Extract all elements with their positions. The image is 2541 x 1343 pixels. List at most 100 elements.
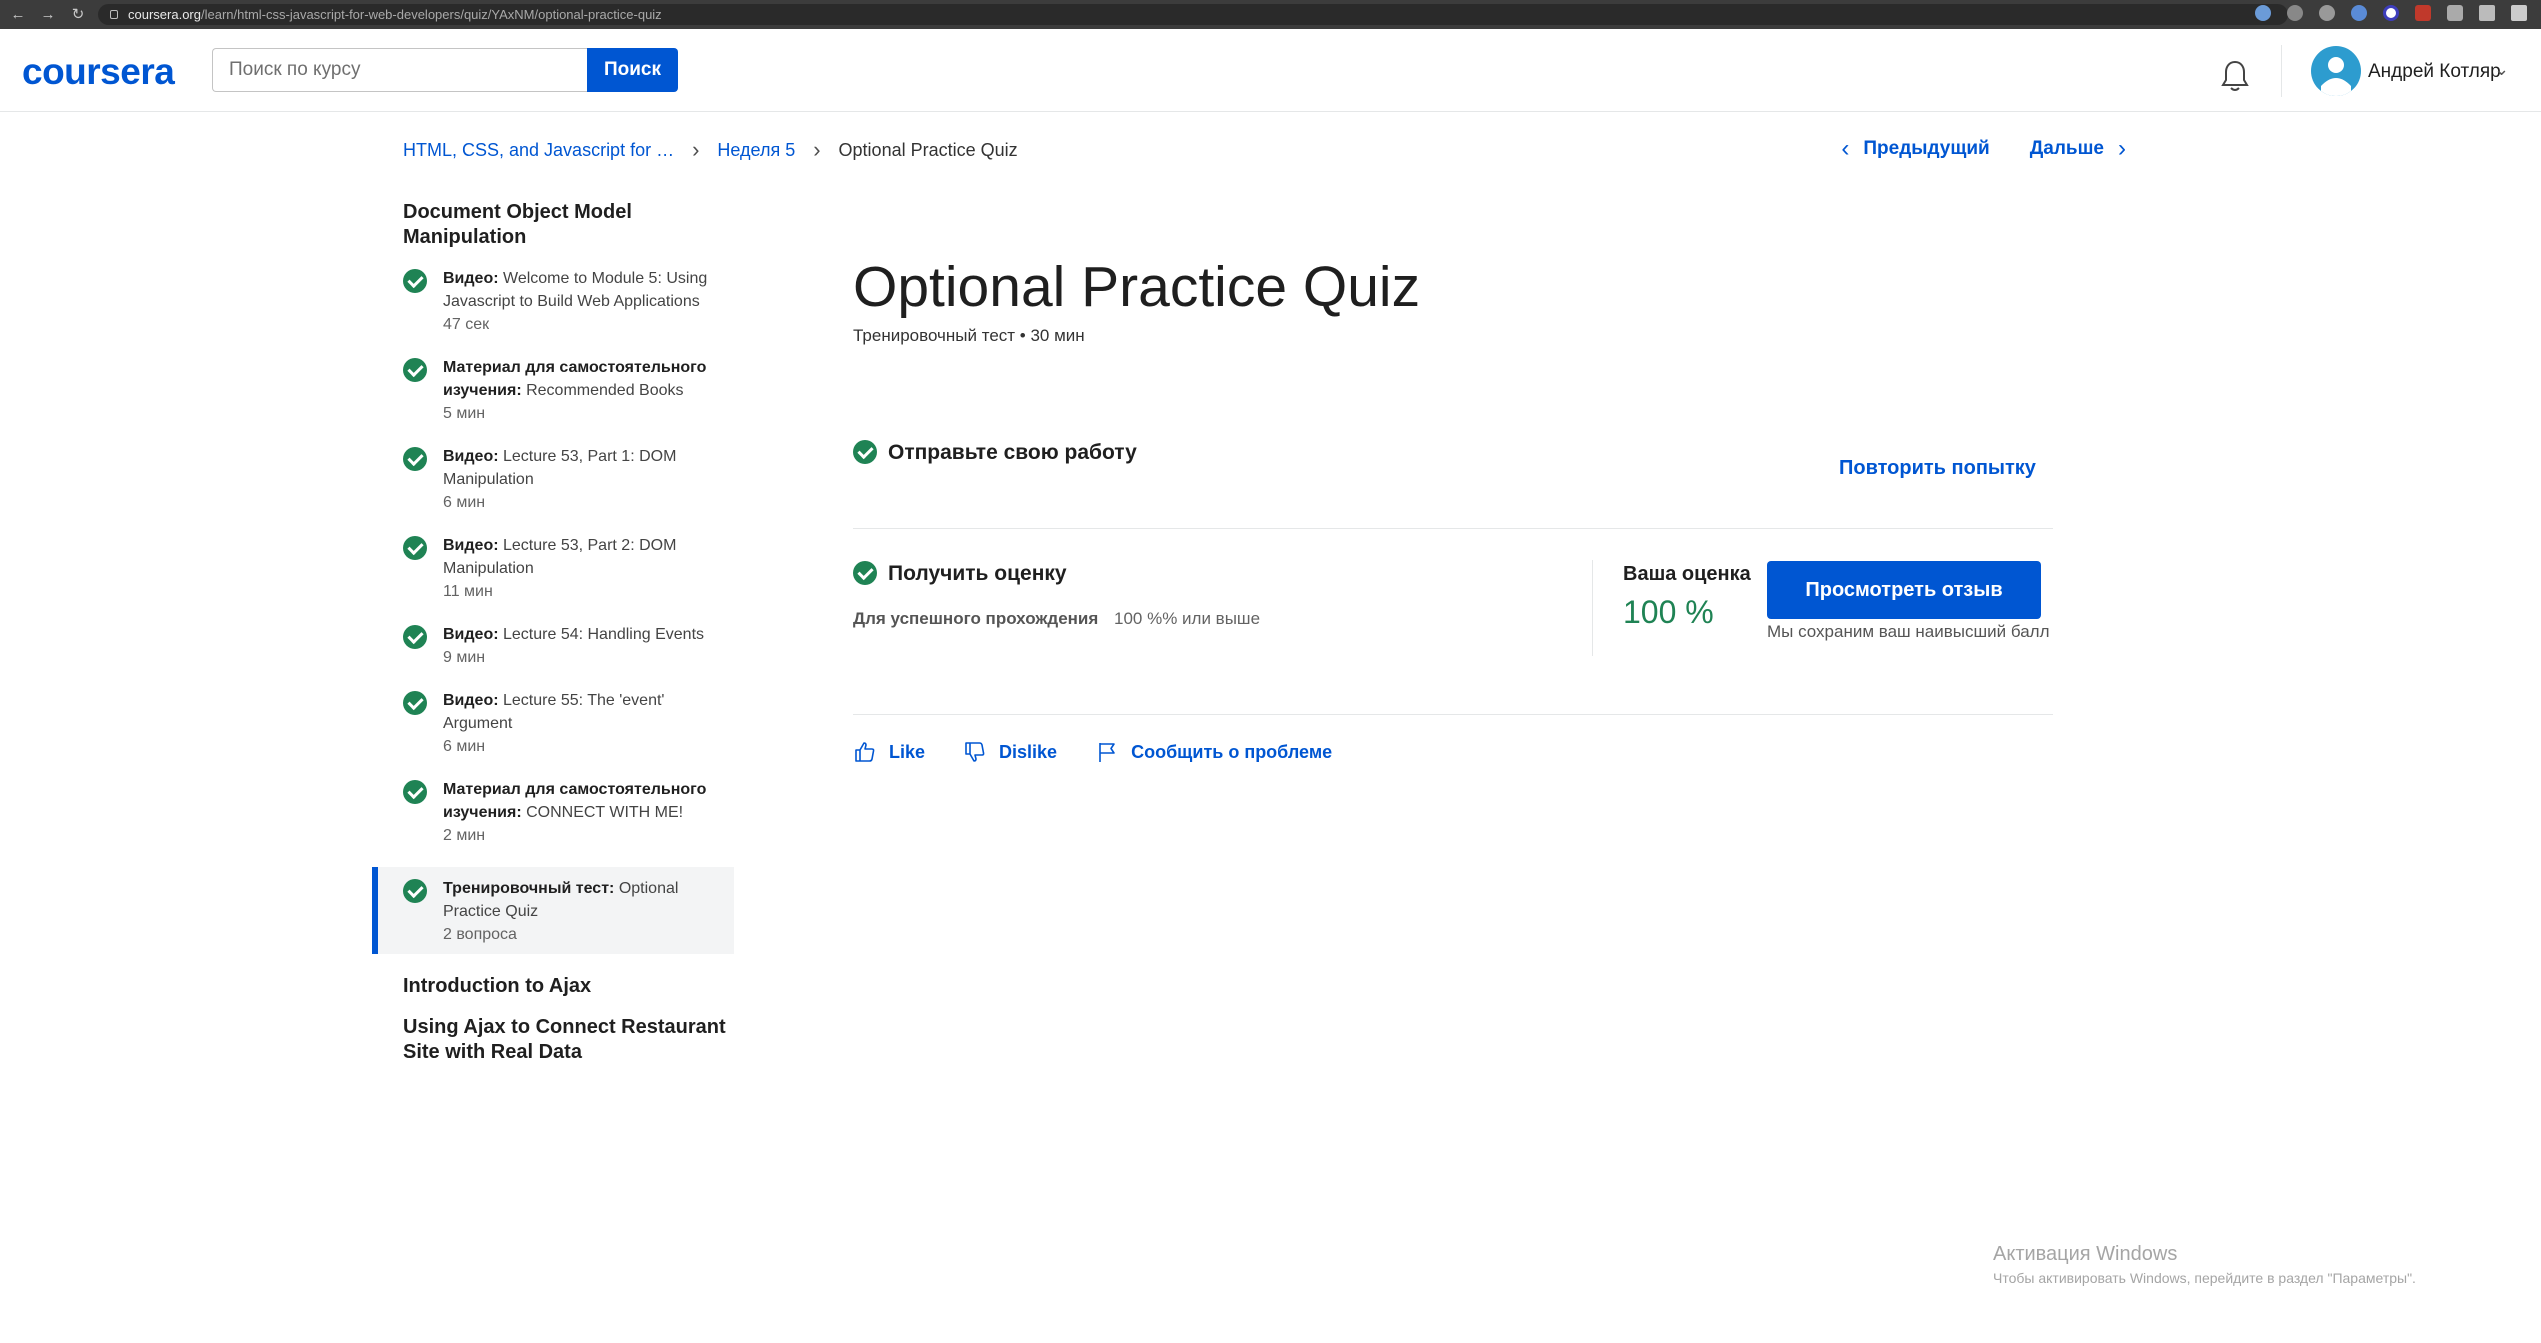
bookmark-star-icon[interactable] [2319,5,2335,21]
ublock-icon[interactable] [2415,5,2431,21]
like-label: Like [889,741,926,762]
item-kind: Видео: [443,448,499,465]
sidebar-item[interactable]: Видео: Lecture 54: Handling Events 9 мин [372,623,734,669]
grade-label: Ваша оценка [1623,563,1751,585]
check-icon [403,879,427,903]
sidebar-item[interactable]: Материал для самостоятельного изучения: … [372,778,734,847]
module-title-ajax[interactable]: Introduction to Ajax [372,974,734,999]
module-items: Видео: Welcome to Module 5: Using Javasc… [372,267,734,954]
step-submit-label: Отправьте свою работу [888,441,1137,464]
zoom-icon[interactable] [2255,5,2271,21]
breadcrumb-course[interactable]: HTML, CSS, and Javascript for … [403,140,674,161]
check-icon [853,561,877,585]
next-label: Дальше [2029,138,2104,159]
coursera-logo[interactable]: coursera [22,51,175,93]
sidebar-item[interactable]: Видео: Lecture 53, Part 1: DOM Manipulat… [372,445,734,514]
report-problem-button[interactable]: Сообщить о проблеме [1095,740,1332,764]
extension-ring-icon[interactable] [2383,5,2399,21]
vertical-divider [1592,560,1593,656]
item-duration: 9 мин [443,649,486,666]
chevron-down-icon[interactable]: ⌄ [2494,59,2509,80]
module-title-ajax-restaurant[interactable]: Using Ajax to Connect Restaurant Site wi… [372,1015,734,1065]
item-kind: Тренировочный тест: [443,880,615,897]
check-icon [403,691,427,715]
pass-label: Для успешного прохождения [853,609,1099,628]
check-icon [853,440,877,464]
sidebar-item[interactable]: Видео: Welcome to Module 5: Using Javasc… [372,267,734,336]
check-icon [403,536,427,560]
puzzle-icon[interactable] [2447,5,2463,21]
breadcrumb-week[interactable]: Неделя 5 [717,140,795,161]
bell-icon[interactable] [2220,59,2250,93]
like-button[interactable]: Like [853,740,925,764]
chevron-right-icon: › [813,137,821,162]
lock-icon [110,10,118,19]
watermark-subtitle: Чтобы активировать Windows, перейдите в … [1993,1270,2416,1286]
flag-icon [1099,743,1115,762]
watermark-title: Активация Windows [1993,1243,2178,1265]
pager: ‹ Предыдущий Дальше › [1841,135,2126,163]
quiz-meta: Тренировочный тест • 30 мин [853,326,1085,345]
prev-button[interactable]: ‹ Предыдущий [1841,135,1989,163]
page-title: Optional Practice Quiz [853,255,1421,319]
dislike-button[interactable]: Dislike [963,740,1057,764]
reload-icon[interactable]: ↻ [70,6,86,23]
pass-value: 100 %% или выше [1114,609,1261,628]
item-duration: 5 мин [443,405,486,422]
user-name[interactable]: Андрей Котляр [2368,61,2501,83]
search-button[interactable]: Поиск [587,48,678,92]
windows-activation-watermark: Активация Windows Чтобы активировать Win… [1993,1243,2416,1286]
header-divider [2281,45,2282,97]
item-title: Lecture 54: Handling Events [503,626,705,643]
item-duration: 47 сек [443,316,490,333]
breadcrumb-current: Optional Practice Quiz [838,139,1018,160]
thumbs-down-icon [965,742,985,762]
retry-button[interactable]: Повторить попытку [1839,457,2036,480]
search-input[interactable] [212,48,587,92]
chevron-right-icon: › [692,137,700,162]
browser-toolbar: ← → ↻ coursera.org/learn/html-css-javasc… [0,0,2541,29]
divider [853,528,2053,529]
avatar[interactable] [2311,46,2361,96]
item-duration: 2 мин [443,827,486,844]
address-bar[interactable]: coursera.org/learn/html-css-javascript-f… [98,4,2288,25]
check-icon [403,780,427,804]
save-note: Мы сохраним ваш наивысший балл [1767,622,2050,641]
user-icon [2321,57,2351,96]
sidebar-item[interactable]: Видео: Lecture 53, Part 2: DOM Manipulat… [372,534,734,603]
breadcrumb: HTML, CSS, and Javascript for … › Неделя… [403,137,1018,163]
view-feedback-button[interactable]: Просмотреть отзыв [1767,561,2041,619]
check-icon [403,269,427,293]
item-duration: 11 мин [443,583,493,600]
report-label: Сообщить о проблеме [1131,741,1333,762]
item-kind: Видео: [443,626,499,643]
sidebar-item[interactable]: Материал для самостоятельного изучения: … [372,356,734,425]
check-icon [403,358,427,382]
step-grade-label: Получить оценку [888,562,1067,585]
item-title: Recommended Books [526,382,684,399]
item-duration: 6 мин [443,494,486,511]
item-kind: Видео: [443,537,499,554]
url-text: coursera.org/learn/html-css-javascript-f… [128,7,662,22]
extension-blue-icon[interactable] [2351,5,2367,21]
forward-icon[interactable]: → [40,6,56,23]
item-title: CONNECT WITH ME! [526,804,684,821]
menu-icon[interactable] [2511,5,2527,21]
next-button[interactable]: Дальше › [2030,135,2126,163]
check-icon [403,625,427,649]
item-kind: Видео: [443,270,499,287]
check-icon [403,447,427,471]
prev-label: Предыдущий [1863,138,1990,159]
sidebar-item-active[interactable]: Тренировочный тест: Optional Practice Qu… [372,867,734,954]
back-icon[interactable]: ← [10,6,26,23]
dislike-label: Dislike [999,741,1058,762]
extensions [2255,5,2527,21]
item-duration: 6 мин [443,738,486,755]
module-title[interactable]: Document Object Model Manipulation [372,200,672,250]
sidebar-item[interactable]: Видео: Lecture 55: The 'event' Argument 6… [372,689,734,758]
sidepanel-icon[interactable] [2479,5,2495,21]
item-kind: Видео: [443,692,499,709]
chevron-right-icon: › [2118,135,2126,162]
share-icon[interactable] [2287,5,2303,21]
thumbs-up-icon [855,742,875,762]
